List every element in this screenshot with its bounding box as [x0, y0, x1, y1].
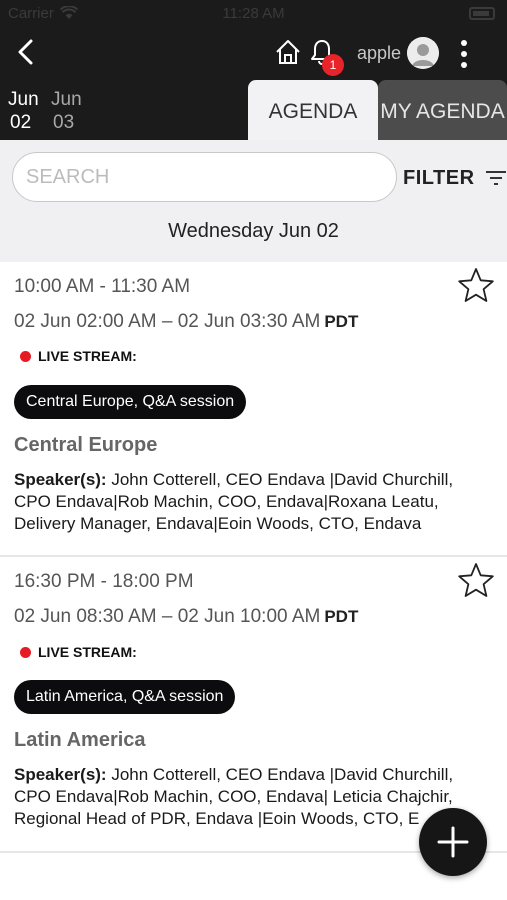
- filter-lines-icon: [485, 171, 506, 185]
- session-local-time: 02 Jun 08:30 AM – 02 Jun 10:00 AM PDT: [14, 606, 358, 628]
- live-stream-link[interactable]: Latin America, Q&A session: [14, 680, 236, 714]
- session-speakers: Speaker(s): John Cotterell, CEO Endava |…: [14, 469, 484, 535]
- notification-badge: 1: [322, 54, 344, 76]
- date-day: 03: [53, 112, 75, 133]
- app-screen: Carrier 11:28 AM 1 apple Jun 02 Jun 03 A…: [0, 0, 507, 900]
- avatar-icon[interactable]: [407, 37, 439, 69]
- filter-label: FILTER: [403, 166, 475, 189]
- local-time-range: 02 Jun 08:30 AM – 02 Jun 10:00 AM: [14, 606, 321, 627]
- speakers-label: Speaker(s):: [14, 765, 107, 784]
- date-month: Jun: [51, 89, 82, 110]
- tab-agenda[interactable]: AGENDA: [248, 80, 378, 140]
- add-button[interactable]: [419, 808, 487, 876]
- plus-icon: [437, 826, 469, 858]
- session-card[interactable]: 10:00 AM - 11:30 AM 02 Jun 02:00 AM – 02…: [0, 262, 507, 557]
- live-stream-link[interactable]: Central Europe, Q&A session: [14, 385, 247, 419]
- session-title: Central Europe: [14, 434, 158, 456]
- search-input[interactable]: [12, 152, 397, 202]
- date-jun-02[interactable]: Jun 02: [8, 88, 48, 134]
- session-time: 16:30 PM - 18:00 PM: [14, 571, 194, 592]
- more-vertical-icon[interactable]: [452, 38, 476, 70]
- session-speakers: Speaker(s): John Cotterell, CEO Endava |…: [14, 764, 484, 830]
- timezone-label: PDT: [324, 312, 359, 331]
- live-stream-indicator: LIVE STREAM:: [20, 644, 137, 660]
- star-icon[interactable]: [456, 561, 496, 601]
- live-stream-label: LIVE STREAM:: [38, 348, 137, 364]
- tab-my-agenda[interactable]: MY AGENDA: [378, 80, 507, 140]
- date-jun-03[interactable]: Jun 03: [51, 88, 91, 134]
- home-icon[interactable]: [274, 38, 302, 66]
- live-stream-label: LIVE STREAM:: [38, 644, 137, 660]
- live-stream-indicator: LIVE STREAM:: [20, 348, 137, 364]
- status-bar: Carrier 11:28 AM: [0, 4, 507, 26]
- day-heading: Wednesday Jun 02: [168, 220, 339, 242]
- search-area: FILTER Wednesday Jun 02: [0, 140, 507, 262]
- local-time-range: 02 Jun 02:00 AM – 02 Jun 03:30 AM: [14, 311, 321, 332]
- live-dot-icon: [20, 350, 31, 362]
- filter-button[interactable]: FILTER: [403, 164, 507, 192]
- date-month: Jun: [8, 89, 39, 110]
- star-icon[interactable]: [456, 266, 496, 306]
- user-name[interactable]: apple: [357, 43, 401, 64]
- timezone-label: PDT: [324, 607, 359, 626]
- speakers-label: Speaker(s):: [14, 470, 107, 489]
- session-local-time: 02 Jun 02:00 AM – 02 Jun 03:30 AM PDT: [14, 311, 358, 333]
- back-arrow-icon[interactable]: [10, 36, 42, 68]
- clock: 11:28 AM: [222, 5, 285, 22]
- date-day: 02: [10, 112, 32, 133]
- session-time: 10:00 AM - 11:30 AM: [14, 276, 191, 297]
- live-dot-icon: [20, 646, 31, 658]
- session-title: Latin America: [14, 729, 146, 751]
- app-header: Carrier 11:28 AM 1 apple Jun 02 Jun 03 A…: [0, 0, 507, 140]
- battery-icon: [469, 7, 495, 20]
